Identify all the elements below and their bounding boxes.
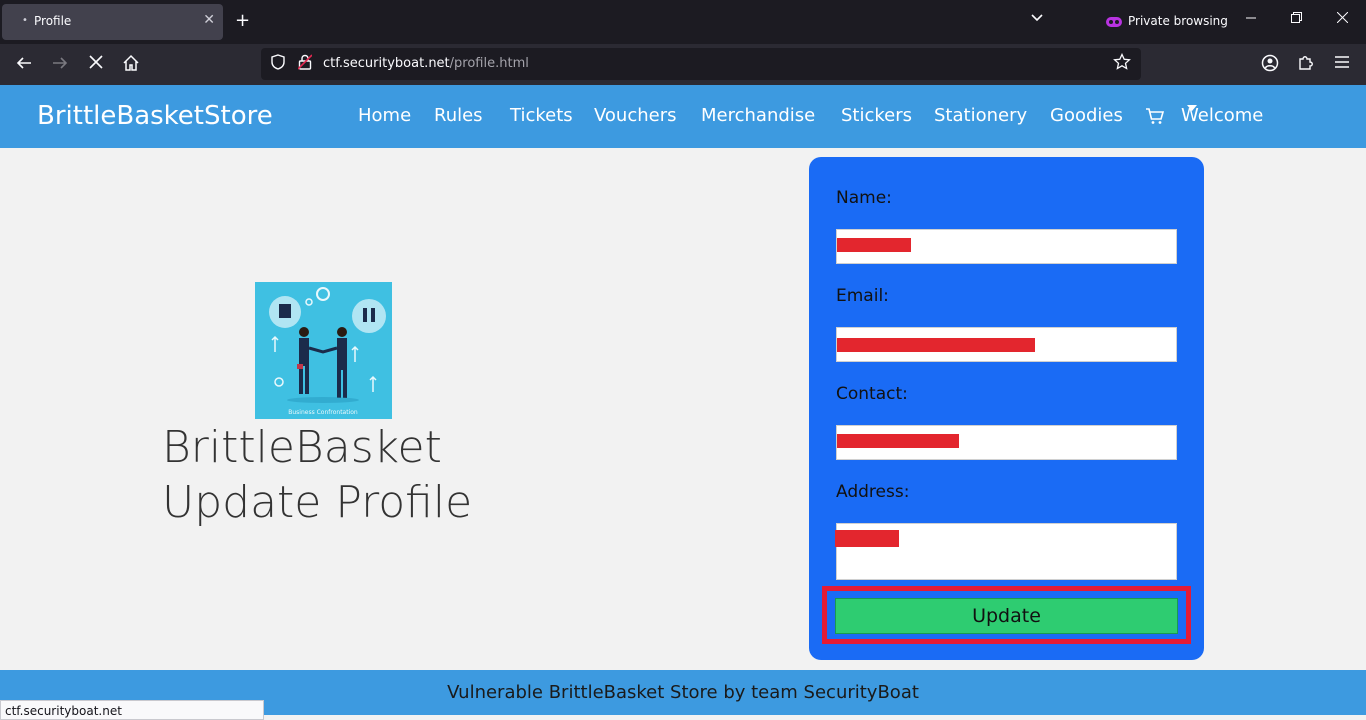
nav-link-merchandise[interactable]: Merchandise <box>701 105 815 126</box>
account-icon[interactable] <box>1261 54 1279 77</box>
nav-link-stickers[interactable]: Stickers <box>841 105 912 126</box>
chevron-down-icon <box>1187 105 1197 111</box>
redaction-mark <box>837 338 1035 352</box>
browser-tab-bar: • Profile ✕ + Private browsing <box>0 0 1366 44</box>
menu-hamburger-icon[interactable] <box>1334 54 1350 74</box>
redaction-mark <box>837 434 959 448</box>
nav-link-rules[interactable]: Rules <box>434 105 483 126</box>
new-tab-button[interactable]: + <box>235 10 250 31</box>
url-host: ctf.securityboat.net <box>323 56 450 71</box>
address-textarea[interactable] <box>835 523 1177 580</box>
insecure-lock-icon[interactable] <box>297 54 313 74</box>
address-label: Address: <box>836 482 910 502</box>
address-bar[interactable]: ctf.securityboat.net/profile.html <box>261 48 1141 80</box>
contact-field[interactable] <box>836 425 1177 460</box>
profile-form-card: Name: Email: Contact: Address: Update <box>809 157 1204 660</box>
name-label: Name: <box>836 188 892 208</box>
update-button-highlight: Update <box>822 586 1191 644</box>
contact-label: Contact: <box>836 384 908 404</box>
browser-nav-bar: ctf.securityboat.net/profile.html <box>0 44 1366 85</box>
list-all-tabs-icon[interactable] <box>1030 12 1044 26</box>
extensions-puzzle-icon[interactable] <box>1297 54 1315 77</box>
tab-close-icon[interactable]: ✕ <box>203 12 215 28</box>
forward-arrow-icon[interactable] <box>51 54 69 77</box>
page-title-line2: Update Profile <box>162 477 473 528</box>
cart-icon[interactable] <box>1145 107 1165 130</box>
private-mask-icon <box>1106 16 1122 27</box>
minimize-window-icon[interactable] <box>1246 12 1256 27</box>
close-window-icon[interactable] <box>1336 11 1349 27</box>
url-path: /profile.html <box>449 56 529 71</box>
business-handshake-illustration: Business Confrontation <box>255 282 392 419</box>
back-arrow-icon[interactable] <box>15 54 33 77</box>
redaction-mark <box>835 530 899 547</box>
nav-link-home[interactable]: Home <box>358 105 411 126</box>
private-browsing-label: Private browsing <box>1128 14 1228 28</box>
nav-link-vouchers[interactable]: Vouchers <box>594 105 677 126</box>
page-title-line1: BrittleBasket <box>162 422 442 473</box>
stop-loading-icon[interactable] <box>88 54 104 75</box>
update-button[interactable]: Update <box>835 598 1178 634</box>
browser-status-bar: ctf.securityboat.net <box>0 700 264 720</box>
profile-illustration: Business Confrontation <box>255 282 392 419</box>
site-nav-links: Home Rules Tickets Vouchers Merchandise … <box>0 105 1366 129</box>
nav-link-stationery[interactable]: Stationery <box>934 105 1027 126</box>
redaction-mark <box>837 238 911 252</box>
home-icon[interactable] <box>122 54 140 77</box>
private-browsing-indicator: Private browsing <box>1106 14 1228 28</box>
bookmark-star-icon[interactable] <box>1113 52 1131 75</box>
tab-loading-indicator: • <box>22 15 28 26</box>
url-text: ctf.securityboat.net/profile.html <box>323 56 529 71</box>
page-title: BrittleBasket Update Profile <box>162 420 582 530</box>
tracking-protection-shield-icon[interactable] <box>271 54 285 74</box>
name-field[interactable] <box>836 229 1177 264</box>
browser-tab-profile[interactable]: • Profile ✕ <box>2 4 223 40</box>
nav-link-goodies[interactable]: Goodies <box>1050 105 1123 126</box>
site-navbar: BrittleBasketStore Home Rules Tickets Vo… <box>0 85 1366 148</box>
nav-link-tickets[interactable]: Tickets <box>510 105 573 126</box>
tab-title: Profile <box>34 14 72 28</box>
email-field[interactable] <box>836 327 1177 362</box>
illustration-caption: Business Confrontation <box>288 409 358 416</box>
restore-window-icon[interactable] <box>1291 12 1302 27</box>
email-label: Email: <box>836 286 889 306</box>
